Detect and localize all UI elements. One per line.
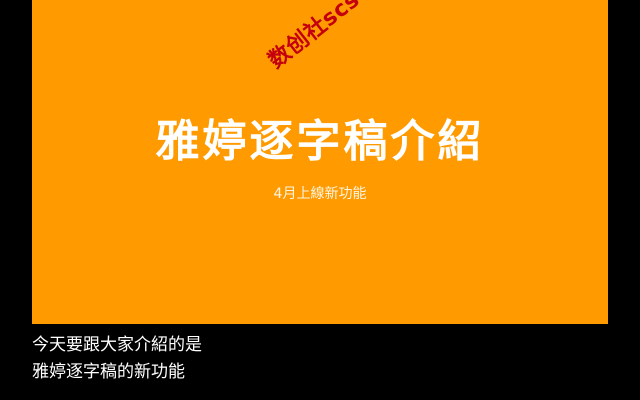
presentation-slide: 数创社scs66 雅婷逐字稿介紹 4月上線新功能 xyxy=(32,0,608,324)
caption-line-1: 今天要跟大家介紹的是 xyxy=(32,335,202,355)
slide-title: 雅婷逐字稿介紹 xyxy=(155,116,485,167)
slide-subtitle: 4月上線新功能 xyxy=(273,186,367,202)
caption-line-2: 雅婷逐字稿的新功能 xyxy=(32,362,185,382)
watermark: 数创社scs66 xyxy=(264,0,390,74)
subtitle-captions: 今天要跟大家介紹的是 雅婷逐字稿的新功能 xyxy=(32,332,608,386)
video-frame: 数创社scs66 雅婷逐字稿介紹 4月上線新功能 今天要跟大家介紹的是 雅婷逐字… xyxy=(0,0,640,400)
